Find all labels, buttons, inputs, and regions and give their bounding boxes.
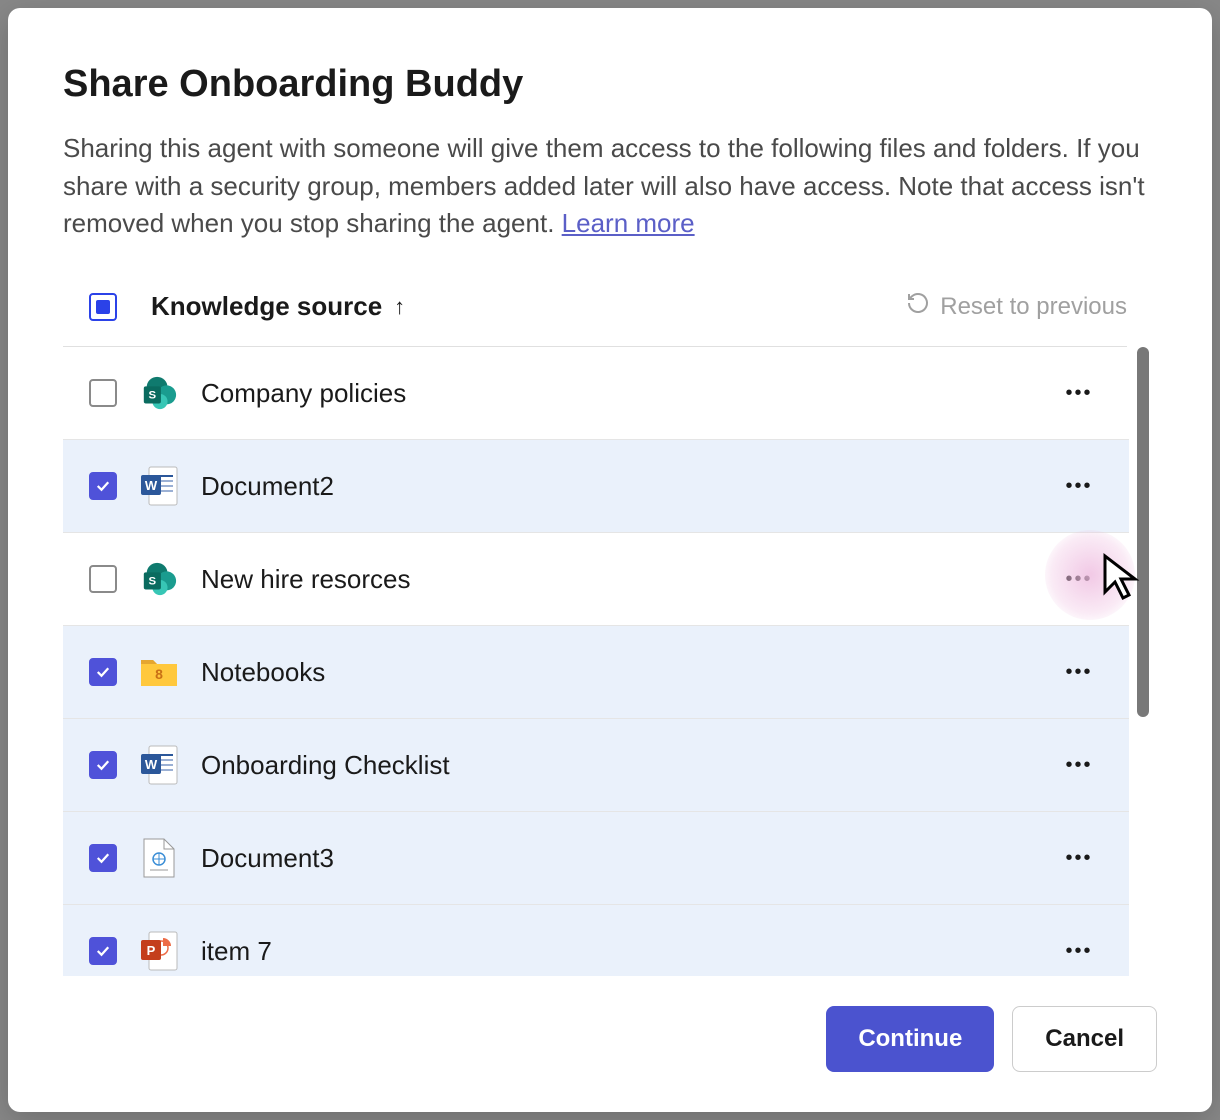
checkbox-indeterminate-icon xyxy=(96,300,110,314)
reset-icon xyxy=(906,291,930,322)
svg-text:S: S xyxy=(149,576,157,588)
table-row[interactable]: S Company policies ••• xyxy=(63,347,1129,440)
dialog-title: Share Onboarding Buddy xyxy=(63,63,1157,106)
continue-button[interactable]: Continue xyxy=(826,1006,994,1072)
learn-more-link[interactable]: Learn more xyxy=(562,208,695,238)
row-checkbox[interactable] xyxy=(89,472,117,500)
reset-label: Reset to previous xyxy=(940,293,1127,321)
row-label: Document3 xyxy=(201,843,1037,874)
table-row[interactable]: P item 7 ••• xyxy=(63,905,1129,976)
cancel-button[interactable]: Cancel xyxy=(1012,1006,1157,1072)
table-row[interactable]: Document3 ••• xyxy=(63,812,1129,905)
svg-text:W: W xyxy=(145,478,158,493)
more-options-button[interactable]: ••• xyxy=(1059,373,1099,413)
row-checkbox[interactable] xyxy=(89,379,117,407)
generic-file-icon xyxy=(139,838,179,878)
svg-text:8: 8 xyxy=(155,666,163,682)
sharepoint-icon: S xyxy=(139,559,179,599)
word-icon: W xyxy=(139,466,179,506)
table-row[interactable]: 8 Notebooks ••• xyxy=(63,626,1129,719)
dialog-description: Sharing this agent with someone will giv… xyxy=(63,130,1157,243)
row-checkbox[interactable] xyxy=(89,844,117,872)
svg-text:S: S xyxy=(149,390,157,402)
header-left: Knowledge source ↑ xyxy=(89,291,405,322)
select-all-checkbox[interactable] xyxy=(89,293,117,321)
more-options-button[interactable]: ••• xyxy=(1059,559,1099,599)
more-options-button[interactable]: ••• xyxy=(1059,652,1099,692)
folder-icon: 8 xyxy=(139,652,179,692)
column-header-knowledge-source[interactable]: Knowledge source ↑ xyxy=(151,291,405,322)
scrollbar-thumb[interactable] xyxy=(1137,347,1149,717)
table-header: Knowledge source ↑ Reset to previous xyxy=(63,279,1127,347)
column-header-label: Knowledge source xyxy=(151,291,382,322)
row-label: Company policies xyxy=(201,378,1037,409)
dialog-footer: Continue Cancel xyxy=(63,976,1157,1072)
row-label: New hire resorces xyxy=(201,564,1037,595)
row-label: Document2 xyxy=(201,471,1037,502)
sort-ascending-icon: ↑ xyxy=(394,294,405,320)
more-options-button[interactable]: ••• xyxy=(1059,838,1099,878)
table-body: S Company policies ••• W xyxy=(63,347,1149,976)
table-row[interactable]: W Document2 ••• xyxy=(63,440,1129,533)
more-options-button[interactable]: ••• xyxy=(1059,931,1099,971)
svg-text:W: W xyxy=(145,757,158,772)
powerpoint-icon: P xyxy=(139,931,179,971)
table-row[interactable]: S New hire resorces ••• xyxy=(63,533,1129,626)
row-checkbox[interactable] xyxy=(89,751,117,779)
more-options-button[interactable]: ••• xyxy=(1059,745,1099,785)
row-checkbox[interactable] xyxy=(89,937,117,965)
row-label: Notebooks xyxy=(201,657,1037,688)
sharepoint-icon: S xyxy=(139,373,179,413)
share-dialog: Share Onboarding Buddy Sharing this agen… xyxy=(8,8,1212,1112)
row-label: item 7 xyxy=(201,936,1037,967)
row-checkbox[interactable] xyxy=(89,565,117,593)
more-options-button[interactable]: ••• xyxy=(1059,466,1099,506)
row-label: Onboarding Checklist xyxy=(201,750,1037,781)
word-icon: W xyxy=(139,745,179,785)
row-checkbox[interactable] xyxy=(89,658,117,686)
reset-button[interactable]: Reset to previous xyxy=(906,291,1127,322)
svg-text:P: P xyxy=(147,943,156,958)
table-row[interactable]: W Onboarding Checklist ••• xyxy=(63,719,1129,812)
